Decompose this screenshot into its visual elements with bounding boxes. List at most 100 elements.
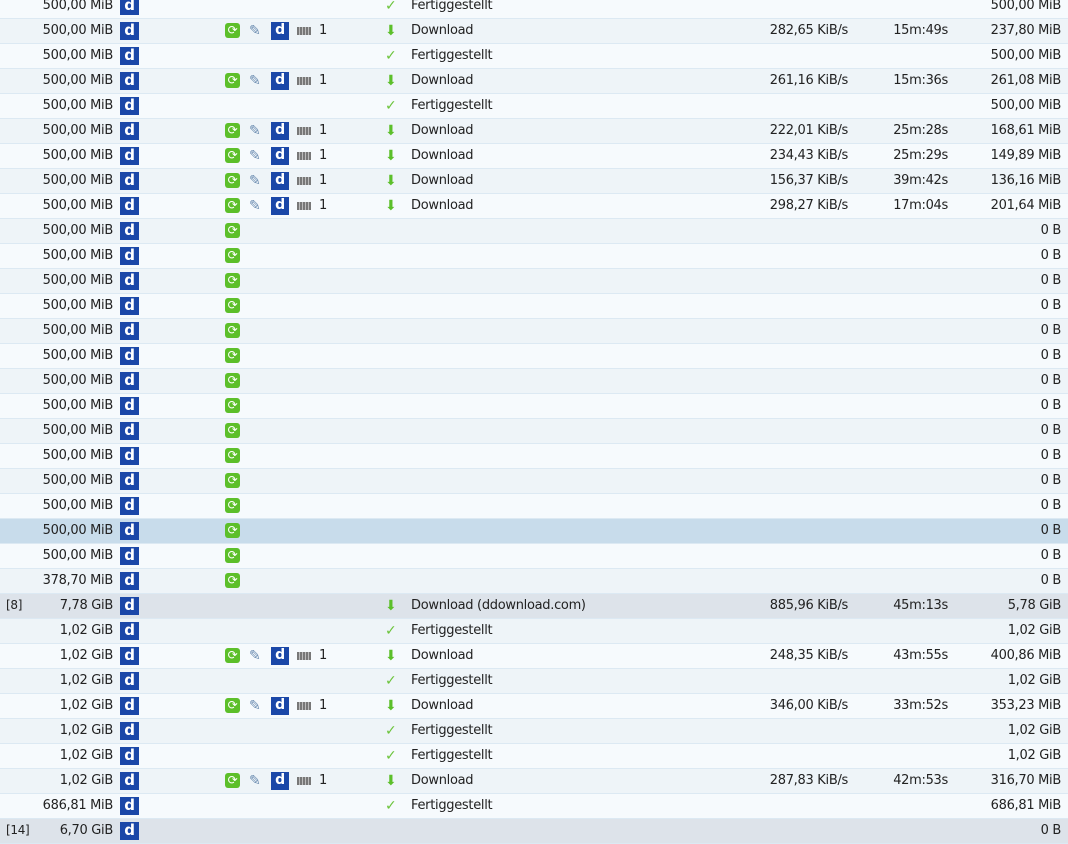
download-row[interactable]: 500,00 MiB d ⟳ 0 B [0, 244, 1068, 269]
download-row[interactable]: 686,81 MiB d ✓ Fertiggestellt 686,81 MiB [0, 794, 1068, 819]
download-row[interactable]: 500,00 MiB d ⟳ 0 B [0, 494, 1068, 519]
speed: 287,83 KiB/s [769, 773, 849, 788]
ddownload-hoster-icon: d [120, 597, 139, 615]
bytes-loaded: 316,70 MiB [990, 773, 1062, 788]
bytes-loaded: 261,08 MiB [990, 73, 1062, 88]
download-row[interactable]: 500,00 MiB d ⟳ 0 B [0, 419, 1068, 444]
ddownload-hoster-icon: d [120, 222, 139, 240]
resume-icon: ⟳ [225, 448, 240, 463]
resume-icon: ⟳ [225, 148, 240, 163]
file-size: 500,00 MiB [42, 173, 114, 188]
download-row[interactable]: 500,00 MiB d ⟳ ✎ d 1 ⬇ Download 282,65 KiB/s 15m:… [0, 19, 1068, 44]
download-row[interactable]: 500,00 MiB d ⟳ 0 B [0, 294, 1068, 319]
eta: 15m:49s [893, 23, 948, 38]
file-size: 1,02 GiB [59, 623, 114, 638]
download-row[interactable]: 378,70 MiB d ⟳ 0 B [0, 569, 1068, 594]
plugin-icon: ✎ [249, 73, 261, 89]
resume-icon: ⟳ [225, 348, 240, 363]
download-row[interactable]: 1,02 GiB d ⟳ ✎ d 1 ⬇ Download 287,83 KiB/s 42m:53… [0, 769, 1068, 794]
download-row[interactable]: 500,00 MiB d ✓ Fertiggestellt 500,00 MiB [0, 44, 1068, 69]
bytes-loaded: 1,02 GiB [1007, 723, 1062, 738]
speed: 222,01 KiB/s [769, 123, 849, 138]
package-row[interactable]: [8] 7,78 GiB d ⬇ Download (ddownload.com) 885… [0, 594, 1068, 619]
download-row[interactable]: 500,00 MiB d ⟳ 0 B [0, 544, 1068, 569]
speed: 346,00 KiB/s [769, 698, 849, 713]
download-row[interactable]: 500,00 MiB d ⟳ ✎ d 1 ⬇ Download 156,37 KiB/s 39m:… [0, 169, 1068, 194]
account-icon: d [271, 197, 289, 215]
file-size: 500,00 MiB [42, 298, 114, 313]
bytes-loaded: 0 B [1040, 223, 1062, 238]
download-row[interactable]: 500,00 MiB d ⟳ 0 B [0, 369, 1068, 394]
speed: 885,96 KiB/s [769, 598, 849, 613]
download-row[interactable]: 500,00 MiB d ⟳ 0 B [0, 219, 1068, 244]
download-row[interactable]: 500,00 MiB d ⟳ 0 B [0, 444, 1068, 469]
file-size: 500,00 MiB [42, 473, 114, 488]
download-row[interactable]: 500,00 MiB d ⟳ 0 B [0, 519, 1068, 544]
download-row[interactable]: 500,00 MiB d ⟳ 0 B [0, 469, 1068, 494]
plugin-icon: ✎ [249, 773, 261, 789]
eta: 45m:13s [893, 598, 948, 613]
connection-count: 1 [319, 173, 327, 188]
download-list[interactable]: 500,00 MiB d ✓ Fertiggestellt 500,00 MiB 500,… [0, 0, 1068, 844]
download-row[interactable]: 500,00 MiB d ⟳ ✎ d 1 ⬇ Download 222,01 KiB/s 25m:… [0, 119, 1068, 144]
download-row[interactable]: 500,00 MiB d ⟳ ✎ d 1 ⬇ Download 298,27 KiB/s 17m:… [0, 194, 1068, 219]
download-row[interactable]: 1,02 GiB d ✓ Fertiggestellt 1,02 GiB [0, 669, 1068, 694]
ddownload-hoster-icon: d [120, 272, 139, 290]
eta: 15m:36s [893, 73, 948, 88]
download-row[interactable]: 500,00 MiB d ✓ Fertiggestellt 500,00 MiB [0, 0, 1068, 19]
resume-icon: ⟳ [225, 273, 240, 288]
eta: 43m:55s [893, 648, 948, 663]
resume-icon: ⟳ [225, 573, 240, 588]
bytes-loaded: 0 B [1040, 473, 1062, 488]
download-row[interactable]: 500,00 MiB d ⟳ ✎ d 1 ⬇ Download 234,43 KiB/s 25m:… [0, 144, 1068, 169]
ddownload-hoster-icon: d [120, 347, 139, 365]
bytes-loaded: 136,16 MiB [990, 173, 1062, 188]
download-arrow-icon: ⬇ [385, 598, 397, 614]
file-size: 500,00 MiB [42, 73, 114, 88]
resume-icon: ⟳ [225, 498, 240, 513]
finished-check-icon: ✓ [385, 673, 397, 689]
status-text: Fertiggestellt [411, 748, 493, 763]
file-size: 1,02 GiB [59, 748, 114, 763]
bytes-loaded: 1,02 GiB [1007, 623, 1062, 638]
bytes-loaded: 1,02 GiB [1007, 673, 1062, 688]
resume-icon: ⟳ [225, 323, 240, 338]
finished-check-icon: ✓ [385, 798, 397, 814]
ddownload-hoster-icon: d [120, 47, 139, 65]
eta: 39m:42s [893, 173, 948, 188]
package-row[interactable]: [14] 6,70 GiB d 0 B [0, 819, 1068, 844]
ddownload-hoster-icon: d [120, 672, 139, 690]
download-row[interactable]: 500,00 MiB d ✓ Fertiggestellt 500,00 MiB [0, 94, 1068, 119]
download-row[interactable]: 500,00 MiB d ⟳ 0 B [0, 344, 1068, 369]
resume-icon: ⟳ [225, 548, 240, 563]
download-row[interactable]: 500,00 MiB d ⟳ 0 B [0, 394, 1068, 419]
bytes-loaded: 400,86 MiB [990, 648, 1062, 663]
file-size: 1,02 GiB [59, 673, 114, 688]
download-arrow-icon: ⬇ [385, 773, 397, 789]
download-row[interactable]: 1,02 GiB d ✓ Fertiggestellt 1,02 GiB [0, 719, 1068, 744]
download-row[interactable]: 1,02 GiB d ⟳ ✎ d 1 ⬇ Download 248,35 KiB/s 43m:55… [0, 644, 1068, 669]
connections-icon [297, 27, 311, 35]
status-text: Download [411, 173, 474, 188]
bytes-loaded: 500,00 MiB [990, 98, 1062, 113]
bytes-loaded: 5,78 GiB [1007, 598, 1062, 613]
download-row[interactable]: 1,02 GiB d ✓ Fertiggestellt 1,02 GiB [0, 619, 1068, 644]
file-size: 500,00 MiB [42, 423, 114, 438]
status-text: Download (ddownload.com) [411, 598, 586, 613]
plugin-icon: ✎ [249, 198, 261, 214]
download-row[interactable]: 500,00 MiB d ⟳ ✎ d 1 ⬇ Download 261,16 KiB/s 15m:… [0, 69, 1068, 94]
status-text: Download [411, 698, 474, 713]
status-text: Fertiggestellt [411, 0, 493, 13]
status-text: Fertiggestellt [411, 98, 493, 113]
resume-icon: ⟳ [225, 473, 240, 488]
download-row[interactable]: 500,00 MiB d ⟳ 0 B [0, 319, 1068, 344]
resume-icon: ⟳ [225, 773, 240, 788]
download-row[interactable]: 1,02 GiB d ⟳ ✎ d 1 ⬇ Download 346,00 KiB/s 33m:52… [0, 694, 1068, 719]
file-size: 1,02 GiB [59, 648, 114, 663]
download-row[interactable]: 500,00 MiB d ⟳ 0 B [0, 269, 1068, 294]
ddownload-hoster-icon: d [120, 497, 139, 515]
plugin-icon: ✎ [249, 648, 261, 664]
file-size: 1,02 GiB [59, 773, 114, 788]
finished-check-icon: ✓ [385, 48, 397, 64]
download-row[interactable]: 1,02 GiB d ✓ Fertiggestellt 1,02 GiB [0, 744, 1068, 769]
